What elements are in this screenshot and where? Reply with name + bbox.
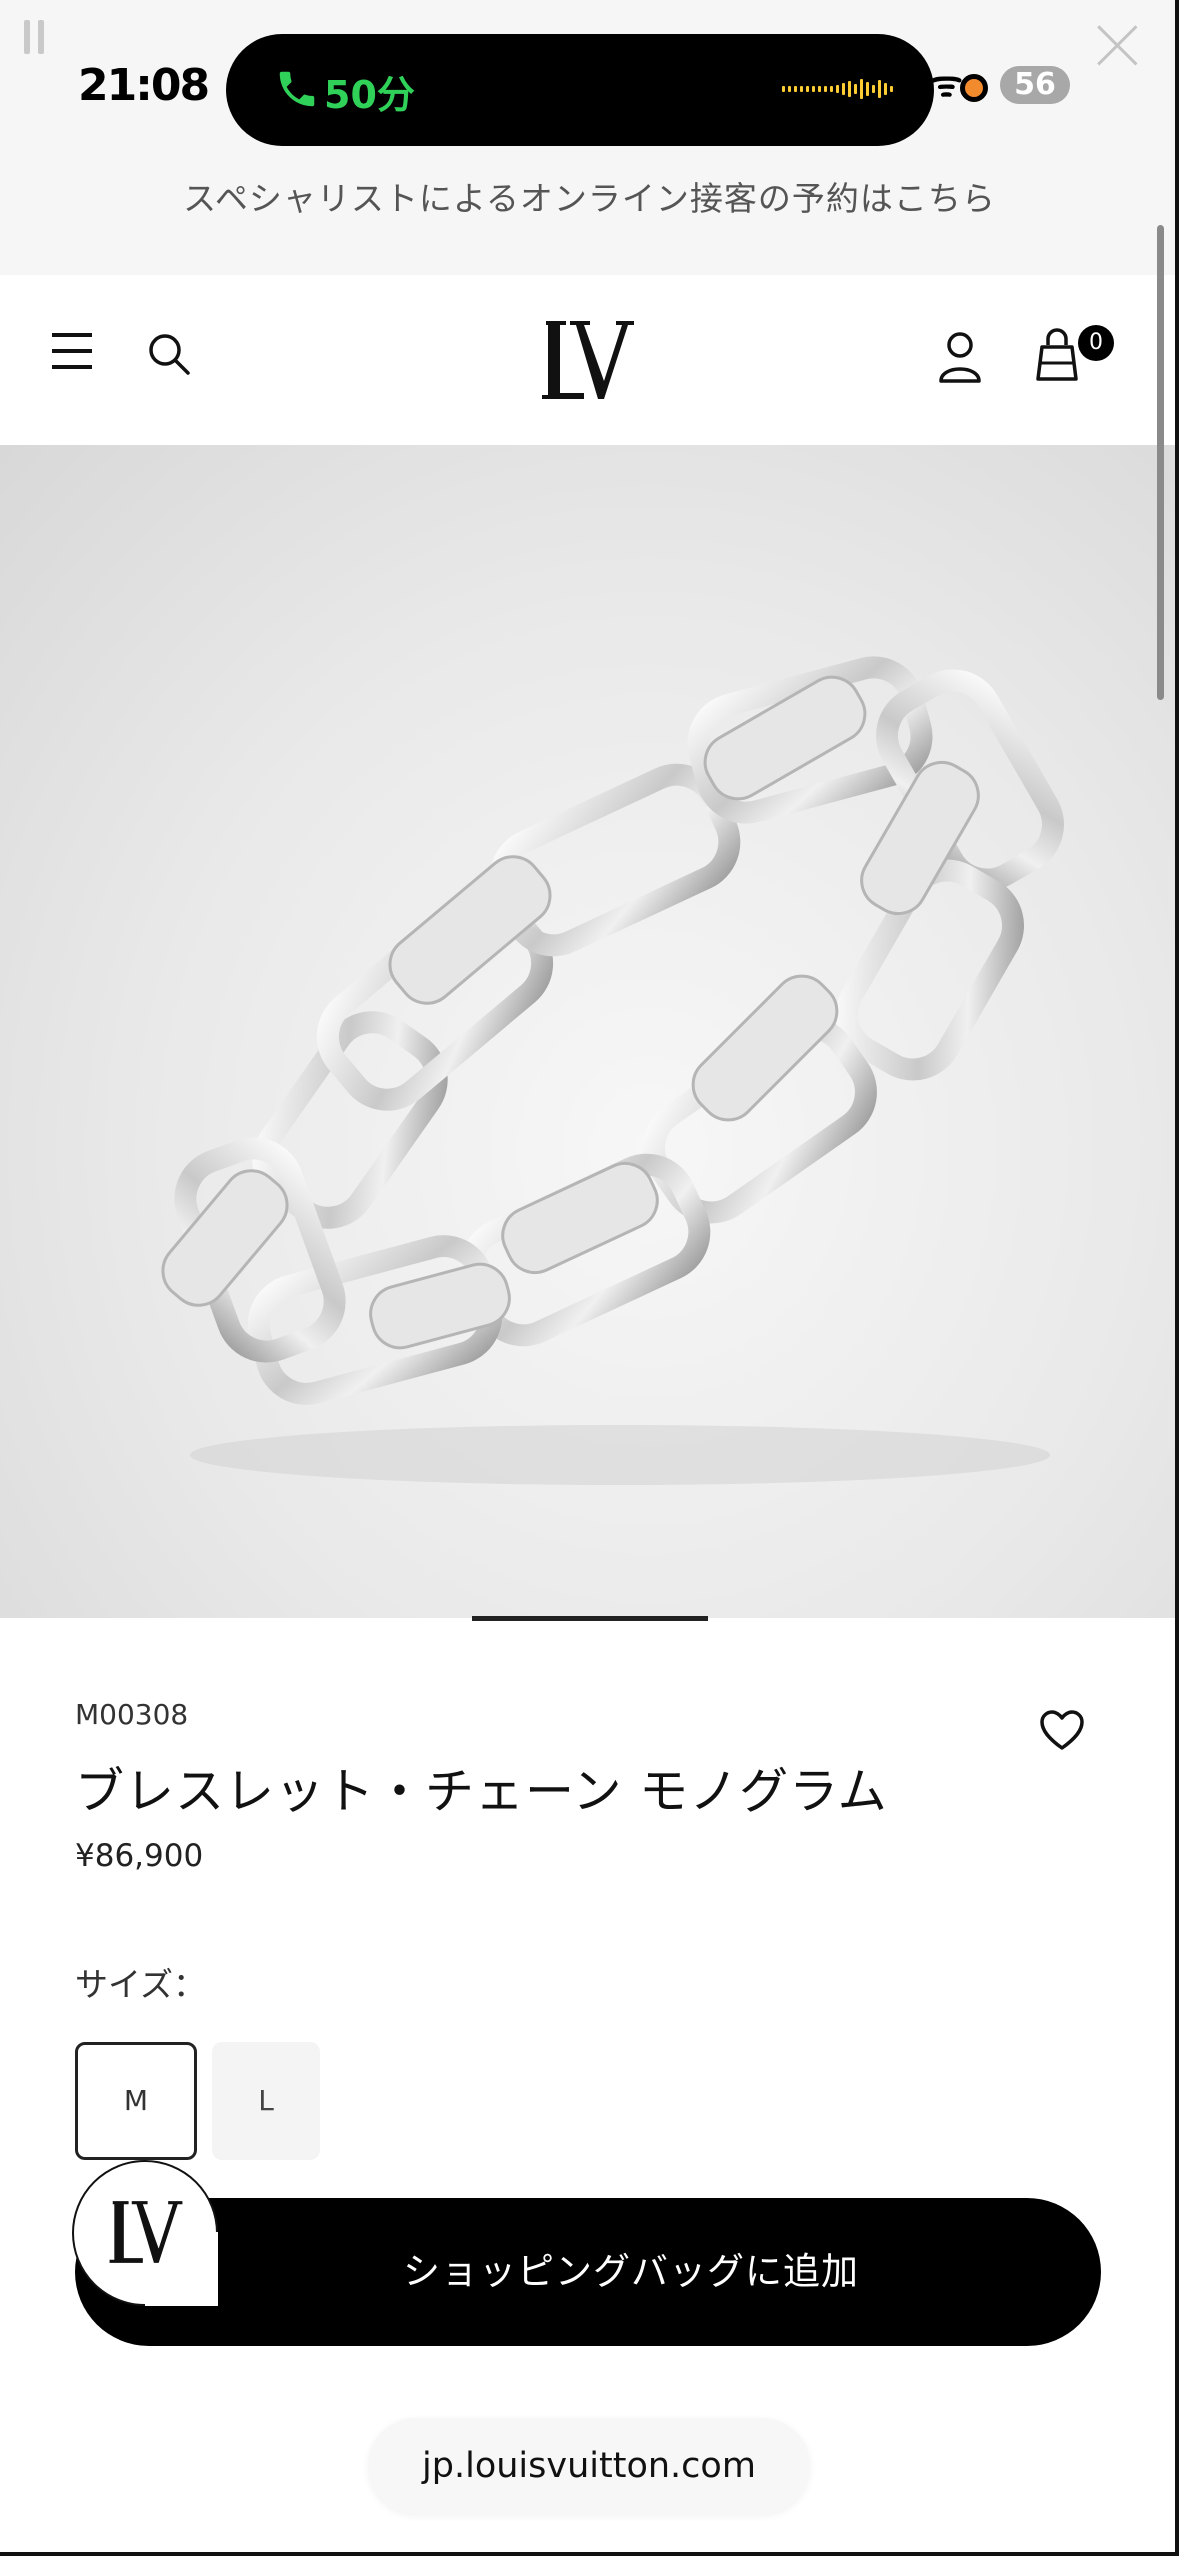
page-scrollbar[interactable] — [1157, 225, 1164, 700]
bracelet-chain-image — [161, 656, 1064, 1485]
pause-icon — [24, 20, 50, 54]
product-title: ブレスレット・チェーン モノグラム — [75, 1763, 888, 1820]
product-price: ¥86,900 — [75, 1838, 204, 1874]
wishlist-heart-icon[interactable] — [1038, 1708, 1086, 1752]
lv-logo-icon[interactable] — [540, 315, 636, 405]
menu-icon[interactable] — [52, 333, 92, 369]
search-icon[interactable] — [146, 331, 192, 377]
add-to-bag-button[interactable]: ショッピングバッグに追加 — [75, 2198, 1101, 2346]
dynamic-island-call[interactable]: 50分 — [226, 34, 934, 146]
shopping-bag-icon[interactable] — [1034, 327, 1080, 383]
screen-edge-right — [1175, 0, 1179, 2556]
banner-appointment-link[interactable]: スペシャリストによるオンライン接客の予約はこちら — [0, 172, 1179, 220]
image-carousel-indicator — [472, 1616, 708, 1621]
status-time: 21:08 — [78, 60, 210, 111]
lv-monogram-icon — [108, 2196, 184, 2268]
camera-indicator-icon — [960, 74, 988, 102]
audio-waveform-icon — [782, 78, 902, 100]
product-image-bracelet[interactable] — [0, 445, 1179, 1618]
size-option-l[interactable]: L — [212, 2042, 320, 2160]
account-icon[interactable] — [938, 331, 982, 383]
size-option-m[interactable]: M — [75, 2042, 197, 2160]
browser-url-bar[interactable]: jp.louisvuitton.com — [368, 2418, 810, 2514]
wifi-icon-partial: ᯤ — [930, 64, 963, 105]
size-label: サイズ： — [75, 1965, 207, 2004]
screen-edge-bottom — [0, 2552, 1179, 2556]
call-duration: 50分 — [324, 73, 415, 117]
site-header: 0 — [0, 275, 1179, 446]
product-sku: M00308 — [75, 1698, 189, 1731]
battery-badge: 56 — [1000, 66, 1070, 104]
phone-icon — [274, 66, 320, 112]
bag-count-badge: 0 — [1078, 325, 1114, 361]
